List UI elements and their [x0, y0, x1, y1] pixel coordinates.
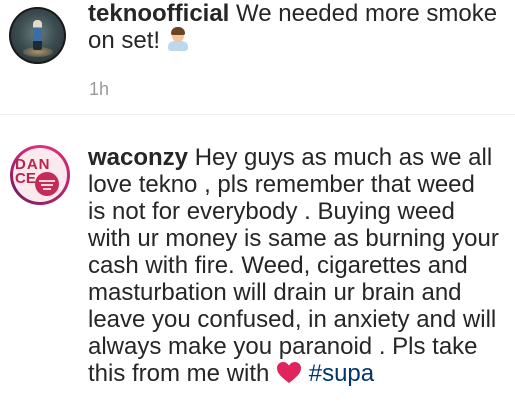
avatar-logo-text: CE: [15, 170, 36, 187]
comment-timestamp: 1h: [89, 79, 110, 99]
comment-body-line: is not for everybody . Buying weed: [88, 198, 455, 225]
comment-text: waconzy Hey guys as much as we all love …: [88, 144, 508, 387]
avatar[interactable]: DAN CE: [10, 145, 70, 205]
avatar-ring: [9, 7, 66, 64]
comment-body-line: this from me with: [88, 360, 277, 387]
person-gesturing-emoji-icon: [167, 27, 189, 51]
comment-text: teknoofficial We needed more smoke on se…: [88, 0, 508, 54]
comment-body-line: love tekno , pls remember that weed: [88, 171, 475, 198]
comment-waconzy: DAN CE waconzy Hey guys as much as we al…: [0, 118, 515, 401]
username[interactable]: waconzy: [88, 144, 188, 171]
comment-body-line: We needed more smoke: [229, 0, 498, 27]
comment-body-line: always make you paranoid . Pls take: [88, 333, 478, 360]
comment-body-line: leave you confused, in anxiety and will: [88, 306, 497, 333]
comment-teknoofficial: teknoofficial We needed more smoke on se…: [0, 0, 515, 112]
comment-body-line: cash with fire. Weed, cigarettes and: [88, 252, 468, 279]
comment-divider: [0, 114, 515, 115]
hashtag-link[interactable]: #supa: [309, 360, 374, 387]
comment-body-line: masturbation will drain ur brain and: [88, 279, 462, 306]
username[interactable]: teknoofficial: [88, 0, 229, 27]
comment-body-line: on set!: [88, 27, 161, 54]
comment-body-line: Hey guys as much as we all: [188, 144, 493, 171]
red-heart-icon: [277, 362, 302, 383]
avatar[interactable]: [9, 7, 66, 64]
comment-body-line: with ur money is same as burning your: [88, 225, 499, 252]
